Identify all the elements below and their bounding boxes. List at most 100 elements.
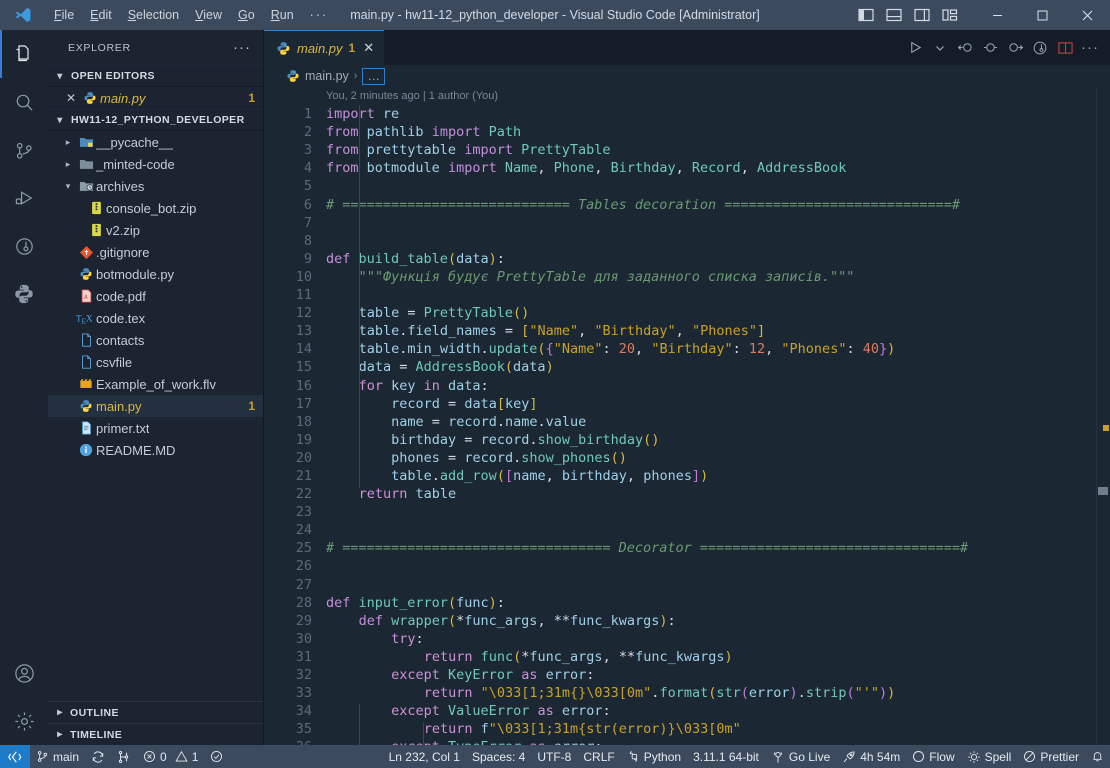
panel-timeline[interactable]: ▸ TIMELINE bbox=[48, 723, 263, 745]
activity-run-debug-icon[interactable] bbox=[0, 174, 48, 222]
split-editor-icon[interactable] bbox=[1053, 35, 1077, 61]
tree-item-contacts[interactable]: contacts bbox=[48, 329, 263, 351]
tree-item-label: console_bot.zip bbox=[106, 200, 197, 216]
activity-gitlens-icon[interactable] bbox=[0, 222, 48, 270]
status-go-live[interactable]: Go Live bbox=[765, 745, 836, 768]
activity-settings-icon[interactable] bbox=[0, 697, 48, 745]
explorer-more-icon[interactable]: ··· bbox=[233, 40, 251, 55]
encoding-label: UTF-8 bbox=[537, 749, 572, 764]
breadcrumb: main.py › … bbox=[264, 65, 1110, 87]
menu-bar[interactable]: File Edit Selection View Go Run ··· bbox=[46, 4, 336, 26]
minimize-button[interactable] bbox=[975, 0, 1020, 30]
chevron-right-icon[interactable]: ▸ bbox=[60, 137, 76, 148]
tree-item-example-of-work-flv[interactable]: Example_of_work.flv bbox=[48, 373, 263, 395]
status-language-mode[interactable]: Python bbox=[621, 745, 687, 768]
activity-search-icon[interactable] bbox=[0, 78, 48, 126]
menu-selection[interactable]: Selection bbox=[120, 4, 187, 26]
editor-more-actions-icon[interactable]: ··· bbox=[1078, 35, 1102, 61]
menu-run[interactable]: Run bbox=[263, 4, 302, 26]
status-spell-checker[interactable]: Spell bbox=[961, 745, 1018, 768]
run-below-cells-icon[interactable] bbox=[1003, 35, 1027, 61]
breadcrumb-overflow[interactable]: … bbox=[362, 67, 385, 85]
maximize-button[interactable] bbox=[1020, 0, 1065, 30]
debug-cell-icon[interactable] bbox=[1028, 35, 1052, 61]
status-branch[interactable]: main bbox=[30, 745, 85, 768]
scrollbar-thumb[interactable] bbox=[1098, 487, 1108, 495]
status-prettier[interactable]: Prettier bbox=[1017, 745, 1085, 768]
status-eol[interactable]: CRLF bbox=[577, 745, 620, 768]
status-indentation[interactable]: Spaces: 4 bbox=[466, 745, 531, 768]
menu-go[interactable]: Go bbox=[230, 4, 263, 26]
editor-actions: ··· bbox=[903, 30, 1110, 65]
close-button[interactable] bbox=[1065, 0, 1110, 30]
tab-main-py[interactable]: main.py 1 ✕ bbox=[264, 30, 385, 65]
toggle-panel-icon[interactable] bbox=[881, 3, 907, 27]
close-icon[interactable]: ✕ bbox=[62, 91, 80, 105]
run-above-cells-icon[interactable] bbox=[953, 35, 977, 61]
line-number: 24 bbox=[295, 522, 312, 539]
tab-close-icon[interactable]: ✕ bbox=[361, 40, 374, 56]
warning-icon bbox=[175, 750, 188, 763]
tree-item-gitignore[interactable]: .gitignore bbox=[48, 241, 263, 263]
chevron-right-icon[interactable]: ▸ bbox=[60, 159, 76, 170]
spell-label: Spell bbox=[984, 749, 1012, 764]
tree-item-code-tex[interactable]: TEX code.tex bbox=[48, 307, 263, 329]
customize-layout-icon[interactable] bbox=[937, 3, 963, 27]
menu-more[interactable]: ··· bbox=[302, 4, 337, 26]
tree-item-label: _minted-code bbox=[96, 156, 175, 172]
status-problems[interactable]: 0 1 bbox=[137, 745, 204, 768]
source-code[interactable]: import re from pathlib import Path from … bbox=[326, 105, 1096, 745]
tree-item-csvfile[interactable]: csvfile bbox=[48, 351, 263, 373]
status-checks[interactable] bbox=[204, 745, 229, 768]
tree-item-archives[interactable]: ▾ archives bbox=[48, 175, 263, 197]
line-number: 21 bbox=[295, 467, 312, 484]
activity-accounts-icon[interactable] bbox=[0, 649, 48, 697]
chevron-down-icon[interactable]: ▾ bbox=[60, 181, 76, 192]
status-sync[interactable] bbox=[85, 745, 111, 768]
section-open-editors[interactable]: ▾ OPEN EDITORS bbox=[48, 65, 263, 87]
status-cursor-position[interactable]: Ln 232, Col 1 bbox=[383, 745, 466, 768]
warning-marker[interactable] bbox=[1103, 425, 1109, 431]
line-number: 3 bbox=[303, 142, 312, 159]
open-editor-item-main-py[interactable]: ✕ main.py 1 bbox=[48, 87, 263, 109]
activity-explorer-icon[interactable] bbox=[0, 30, 48, 78]
rocket-icon bbox=[842, 750, 856, 764]
tree-item-main-py[interactable]: main.py 1 bbox=[48, 395, 263, 417]
status-encoding[interactable]: UTF-8 bbox=[531, 745, 577, 768]
status-branch-label: main bbox=[53, 749, 80, 764]
panel-outline[interactable]: ▸ OUTLINE bbox=[48, 701, 263, 723]
activity-python-icon[interactable] bbox=[0, 270, 48, 318]
activity-source-control-icon[interactable] bbox=[0, 126, 48, 174]
remote-window-button[interactable] bbox=[0, 745, 30, 768]
status-wakatime[interactable]: 4h 54m bbox=[836, 745, 906, 768]
status-git-graph[interactable] bbox=[111, 745, 137, 768]
menu-edit[interactable]: Edit bbox=[82, 4, 120, 26]
title-bar: File Edit Selection View Go Run ··· main… bbox=[0, 0, 1110, 30]
tree-item-readme-md[interactable]: README.MD bbox=[48, 439, 263, 461]
toggle-secondary-sidebar-icon[interactable] bbox=[909, 3, 935, 27]
tree-item-primer-txt[interactable]: primer.txt bbox=[48, 417, 263, 439]
overview-ruler[interactable] bbox=[1096, 87, 1110, 745]
line-number: 2 bbox=[303, 124, 312, 141]
section-workspace[interactable]: ▾ HW11-12_PYTHON_DEVELOPER bbox=[48, 109, 263, 131]
run-current-cell-icon[interactable] bbox=[978, 35, 1002, 61]
status-python-interpreter[interactable]: 3.11.1 64-bit bbox=[687, 745, 765, 768]
tree-item-v2-zip[interactable]: v2.zip bbox=[48, 219, 263, 241]
breadcrumb-file[interactable]: main.py bbox=[305, 69, 349, 83]
menu-file[interactable]: File bbox=[46, 4, 82, 26]
status-notifications[interactable] bbox=[1085, 745, 1110, 768]
toggle-primary-sidebar-icon[interactable] bbox=[853, 3, 879, 27]
explorer-header: EXPLORER ··· bbox=[48, 30, 263, 65]
file-tree: ▸ __pycache__ ▸ _minted-code ▾ archives … bbox=[48, 131, 263, 461]
tree-item-console-bot-zip[interactable]: console_bot.zip bbox=[48, 197, 263, 219]
tree-item-minted-code[interactable]: ▸ _minted-code bbox=[48, 153, 263, 175]
code-editor[interactable]: 1 2 3 4 5 6 7 8 9 10 11 12 13 14 15 16 17 18 19 20 21 22 23 24 2… bbox=[264, 87, 1110, 745]
status-flow[interactable]: Flow bbox=[906, 745, 960, 768]
run-python-file-icon[interactable] bbox=[903, 35, 927, 61]
tree-item-pycache[interactable]: ▸ __pycache__ bbox=[48, 131, 263, 153]
tree-item-code-pdf[interactable]: A code.pdf bbox=[48, 285, 263, 307]
run-options-chevron-down-icon[interactable] bbox=[928, 35, 952, 61]
code-content[interactable]: You, 2 minutes ago | 1 author (You) impo… bbox=[326, 87, 1096, 745]
menu-view[interactable]: View bbox=[187, 4, 230, 26]
tree-item-botmodule-py[interactable]: botmodule.py bbox=[48, 263, 263, 285]
